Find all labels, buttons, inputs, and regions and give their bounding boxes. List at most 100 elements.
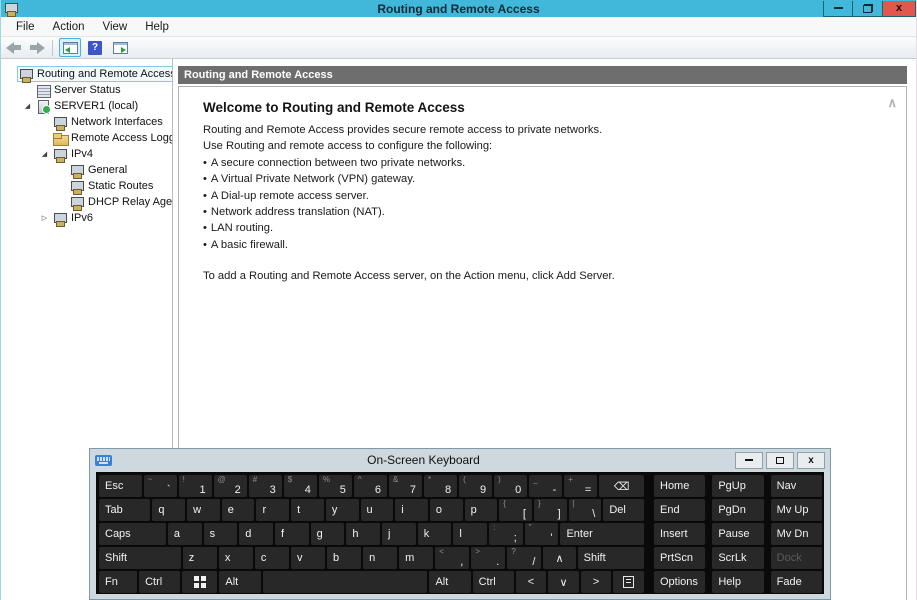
key-Insert[interactable]: Insert bbox=[654, 523, 705, 545]
key-ScrLk[interactable]: ScrLk bbox=[712, 547, 763, 569]
key-2[interactable]: @2 bbox=[214, 475, 247, 497]
key-v[interactable]: v bbox=[291, 547, 325, 569]
menu-help[interactable]: Help bbox=[136, 19, 178, 35]
key-/[interactable]: ?/ bbox=[507, 547, 541, 569]
key-c[interactable]: c bbox=[255, 547, 289, 569]
key-t[interactable]: t bbox=[291, 499, 324, 521]
close-button[interactable]: x bbox=[883, 1, 916, 17]
key--[interactable]: _- bbox=[529, 475, 562, 497]
key-i[interactable]: i bbox=[395, 499, 428, 521]
back-button[interactable] bbox=[6, 42, 23, 54]
key-Options[interactable]: Options bbox=[654, 571, 705, 593]
key-9[interactable]: (9 bbox=[459, 475, 492, 497]
key-w[interactable]: w bbox=[187, 499, 220, 521]
key-Alt[interactable]: Alt bbox=[429, 571, 470, 593]
up-arrow-key[interactable]: ∧ bbox=[543, 547, 575, 569]
tree-item-body[interactable]: Network Interfaces bbox=[51, 114, 167, 130]
dock-key[interactable]: Dock bbox=[771, 547, 822, 569]
key-6[interactable]: ^6 bbox=[354, 475, 387, 497]
tree-item[interactable]: Routing and Remote Access bbox=[1, 66, 172, 82]
key-5[interactable]: %5 bbox=[319, 475, 352, 497]
key-Nav[interactable]: Nav bbox=[771, 475, 822, 497]
tree-item[interactable]: Remote Access Logging bbox=[1, 130, 172, 146]
left-shift-key[interactable]: Shift bbox=[99, 547, 181, 569]
tree-item-body[interactable]: Static Routes bbox=[68, 178, 157, 194]
tree-item[interactable]: DHCP Relay Agent bbox=[1, 194, 172, 210]
expander-icon[interactable]: ◢ bbox=[38, 150, 51, 158]
key-.[interactable]: >. bbox=[471, 547, 505, 569]
key-[[interactable]: {[ bbox=[499, 499, 532, 521]
key-Ctrl[interactable]: Ctrl bbox=[473, 571, 514, 593]
restore-button[interactable] bbox=[853, 1, 883, 17]
right-arrow-key[interactable]: > bbox=[581, 571, 612, 593]
osk-close-button[interactable]: x bbox=[797, 452, 825, 469]
menu-file[interactable]: File bbox=[7, 19, 44, 35]
key-j[interactable]: j bbox=[382, 523, 416, 545]
tree-item-body[interactable]: Remote Access Logging bbox=[51, 130, 173, 146]
key-p[interactable]: p bbox=[465, 499, 498, 521]
minimize-button[interactable] bbox=[823, 1, 853, 17]
backspace-key[interactable]: ⌫ bbox=[599, 475, 644, 497]
key-Mv Up[interactable]: Mv Up bbox=[771, 499, 822, 521]
key-z[interactable]: z bbox=[183, 547, 217, 569]
key-7[interactable]: &7 bbox=[389, 475, 422, 497]
context-menu-key[interactable] bbox=[613, 571, 644, 593]
key-u[interactable]: u bbox=[361, 499, 394, 521]
key-Alt[interactable]: Alt bbox=[219, 571, 260, 593]
key-l[interactable]: l bbox=[453, 523, 487, 545]
key-f[interactable]: f bbox=[275, 523, 309, 545]
key-0[interactable]: )0 bbox=[494, 475, 527, 497]
osk-maximize-button[interactable] bbox=[766, 452, 794, 469]
tree-item-body[interactable]: DHCP Relay Agent bbox=[68, 194, 173, 210]
tree-item-body[interactable]: Routing and Remote Access bbox=[17, 66, 173, 82]
space-key[interactable] bbox=[263, 571, 428, 593]
key-Home[interactable]: Home bbox=[654, 475, 705, 497]
osk-minimize-button[interactable] bbox=[735, 452, 763, 469]
windows-key[interactable] bbox=[182, 571, 217, 593]
tree-item[interactable]: General bbox=[1, 162, 172, 178]
key-q[interactable]: q bbox=[152, 499, 185, 521]
tree-item-body[interactable]: IPv4 bbox=[51, 146, 97, 162]
down-arrow-key[interactable]: ∨ bbox=[548, 571, 579, 593]
tree-item[interactable]: Network Interfaces bbox=[1, 114, 172, 130]
del-key[interactable]: Del bbox=[603, 499, 644, 521]
tree-item[interactable]: ◢IPv4 bbox=[1, 146, 172, 162]
key-o[interactable]: o bbox=[430, 499, 463, 521]
key-Ctrl[interactable]: Ctrl bbox=[139, 571, 180, 593]
forward-button[interactable] bbox=[28, 42, 45, 54]
expander-icon[interactable]: ▷ bbox=[38, 214, 51, 222]
tree-item-body[interactable]: SERVER1 (local) bbox=[34, 98, 142, 114]
key-'[interactable]: "' bbox=[525, 523, 559, 545]
tree-item[interactable]: ▷IPv6 bbox=[1, 210, 172, 226]
key-;[interactable]: :; bbox=[489, 523, 523, 545]
key-d[interactable]: d bbox=[239, 523, 273, 545]
menu-view[interactable]: View bbox=[94, 19, 137, 35]
key-PrtScn[interactable]: PrtScn bbox=[654, 547, 705, 569]
key-End[interactable]: End bbox=[654, 499, 705, 521]
key-n[interactable]: n bbox=[363, 547, 397, 569]
key-Pause[interactable]: Pause bbox=[712, 523, 763, 545]
key-g[interactable]: g bbox=[311, 523, 345, 545]
key-x[interactable]: x bbox=[219, 547, 253, 569]
tree-item-body[interactable]: General bbox=[68, 162, 131, 178]
key-8[interactable]: *8 bbox=[424, 475, 457, 497]
key-3[interactable]: #3 bbox=[249, 475, 282, 497]
key-PgDn[interactable]: PgDn bbox=[712, 499, 763, 521]
caps-key[interactable]: Caps bbox=[99, 523, 166, 545]
help-button[interactable]: ? bbox=[84, 38, 106, 57]
show-action-pane-button[interactable] bbox=[109, 38, 131, 57]
key-,[interactable]: <, bbox=[435, 547, 469, 569]
show-console-tree-button[interactable] bbox=[59, 38, 81, 57]
key-k[interactable]: k bbox=[418, 523, 452, 545]
right-shift-key[interactable]: Shift bbox=[578, 547, 644, 569]
tree-item-body[interactable]: Server Status bbox=[34, 82, 125, 98]
key-r[interactable]: r bbox=[256, 499, 289, 521]
key-m[interactable]: m bbox=[399, 547, 433, 569]
enter-key[interactable]: Enter bbox=[560, 523, 644, 545]
expander-icon[interactable]: ◢ bbox=[21, 102, 34, 110]
tree-item-body[interactable]: IPv6 bbox=[51, 210, 97, 226]
key-Mv Dn[interactable]: Mv Dn bbox=[771, 523, 822, 545]
key-Help[interactable]: Help bbox=[712, 571, 763, 593]
key-e[interactable]: e bbox=[222, 499, 255, 521]
collapse-chevron-icon[interactable]: ∧ bbox=[887, 95, 897, 111]
